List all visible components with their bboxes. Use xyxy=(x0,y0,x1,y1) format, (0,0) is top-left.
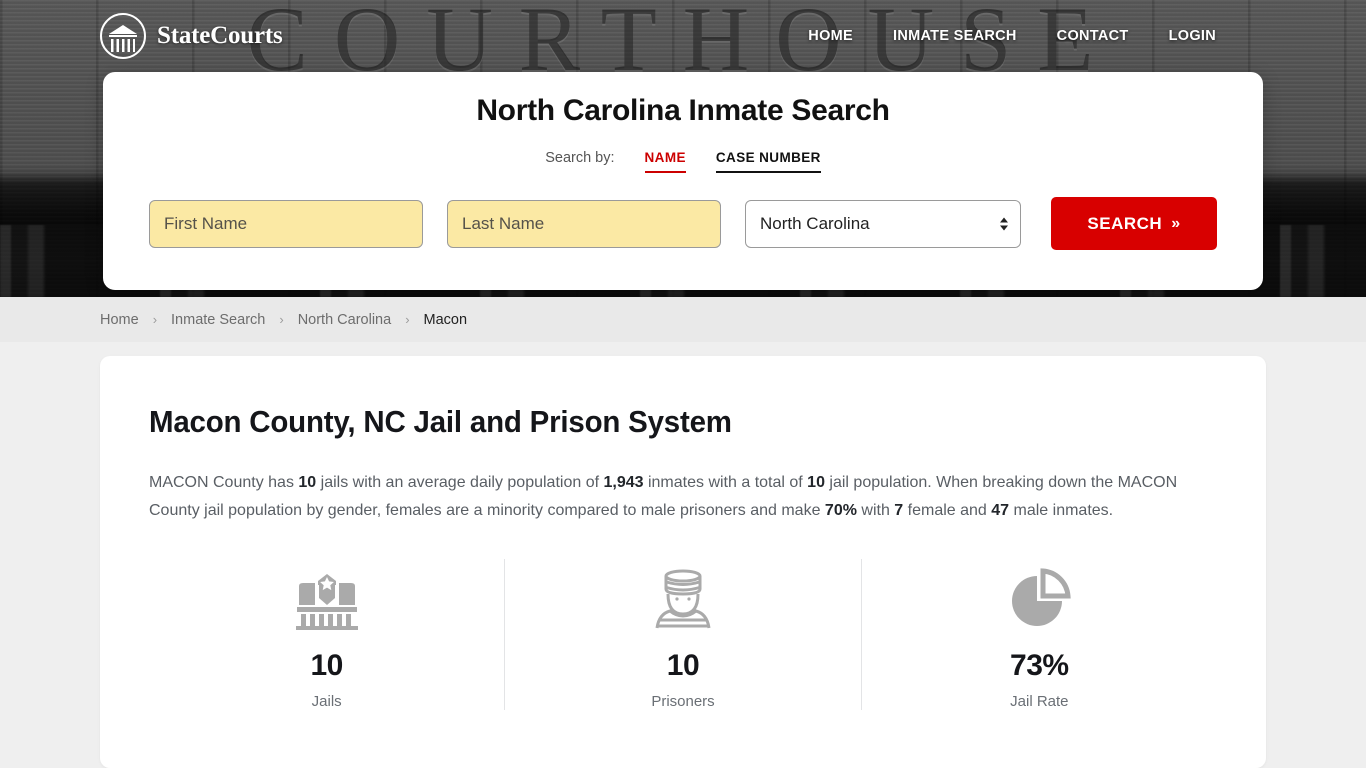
nav-item-inmate-search[interactable]: INMATE SEARCH xyxy=(893,28,1017,44)
intro-stat-percent: 70% xyxy=(824,502,857,519)
search-by-label: Search by: xyxy=(545,150,615,166)
breadcrumb-item-home[interactable]: Home xyxy=(100,312,139,328)
intro-text: MACON County has xyxy=(149,474,299,491)
state-select[interactable]: North Carolina xyxy=(745,199,1021,248)
stat-label-jails: Jails xyxy=(311,693,342,710)
jail-building-icon xyxy=(149,563,504,635)
brand-logo[interactable]: StateCourts xyxy=(100,13,283,59)
nav-item-login[interactable]: LOGIN xyxy=(1169,28,1216,44)
top-navigation-bar: StateCourts HOME INMATE SEARCH CONTACT L… xyxy=(0,0,1366,72)
courthouse-circle-icon xyxy=(100,13,146,59)
stat-jail-rate: 73% Jail Rate xyxy=(860,559,1217,710)
breadcrumb-separator-icon: › xyxy=(152,312,158,327)
intro-stat-female: 7 xyxy=(894,502,904,519)
breadcrumb-item-macon: Macon xyxy=(423,311,468,328)
state-select-wrapper: North Carolina xyxy=(745,199,1021,248)
page-title: Macon County, NC Jail and Prison System xyxy=(149,404,732,439)
search-button-label: SEARCH xyxy=(1087,213,1163,233)
inmate-search-card: North Carolina Inmate Search Search by: … xyxy=(103,72,1263,290)
intro-stat-adp: 1,943 xyxy=(603,474,644,491)
nav-item-home[interactable]: HOME xyxy=(808,28,853,44)
intro-stat-male: 47 xyxy=(991,502,1010,519)
intro-text: inmates with a total of xyxy=(643,474,808,491)
last-name-input[interactable] xyxy=(447,199,721,248)
intro-stat-jails: 10 xyxy=(298,474,317,491)
first-name-input[interactable] xyxy=(149,199,423,248)
nav-item-contact[interactable]: CONTACT xyxy=(1057,28,1129,44)
breadcrumb-separator-icon: › xyxy=(405,312,410,327)
stat-jails: 10 Jails xyxy=(149,559,504,710)
stat-value-jail-rate: 73% xyxy=(1010,649,1069,682)
breadcrumb-separator-icon: › xyxy=(279,312,284,327)
search-card-title: North Carolina Inmate Search xyxy=(476,94,890,127)
intro-paragraph: MACON County has 10 jails with an averag… xyxy=(149,469,1217,525)
brand-name: StateCourts xyxy=(157,22,283,49)
stats-row: 10 Jails 10 Prisoners 73% Jail Rate xyxy=(149,559,1217,710)
breadcrumb-item-north-carolina[interactable]: North Carolina xyxy=(298,312,392,328)
double-chevron-right-icon: » xyxy=(1171,214,1181,232)
breadcrumb-item-inmate-search[interactable]: Inmate Search xyxy=(171,312,265,328)
stat-label-jail-rate: Jail Rate xyxy=(1010,693,1069,710)
intro-text: jails with an average daily population o… xyxy=(316,474,604,491)
stat-prisoners: 10 Prisoners xyxy=(504,559,860,710)
tab-name[interactable]: NAME xyxy=(644,150,686,173)
main-nav: HOME INMATE SEARCH CONTACT LOGIN xyxy=(808,28,1216,44)
stat-label-prisoners: Prisoners xyxy=(651,693,715,710)
hero-banner: COURTHOUSE StateCourts HOME INMATE SEARC… xyxy=(0,0,1366,297)
search-button[interactable]: SEARCH » xyxy=(1051,197,1217,250)
intro-stat-total: 10 xyxy=(807,474,825,491)
tab-case-number[interactable]: CASE NUMBER xyxy=(715,150,821,173)
intro-text: with xyxy=(856,502,895,519)
content-area: Macon County, NC Jail and Prison System … xyxy=(0,342,1366,768)
prisoner-icon xyxy=(505,563,860,635)
intro-text: male inmates. xyxy=(1009,502,1114,519)
county-info-card: Macon County, NC Jail and Prison System … xyxy=(100,356,1266,768)
search-form: North Carolina SEARCH » xyxy=(103,197,1263,250)
stat-value-jails: 10 xyxy=(310,649,343,682)
intro-text: female and xyxy=(903,502,992,519)
pie-chart-icon xyxy=(862,563,1217,635)
breadcrumb: Home › Inmate Search › North Carolina › … xyxy=(0,297,1366,342)
stat-value-prisoners: 10 xyxy=(666,649,700,682)
search-by-row: Search by: NAME CASE NUMBER xyxy=(103,150,1263,173)
